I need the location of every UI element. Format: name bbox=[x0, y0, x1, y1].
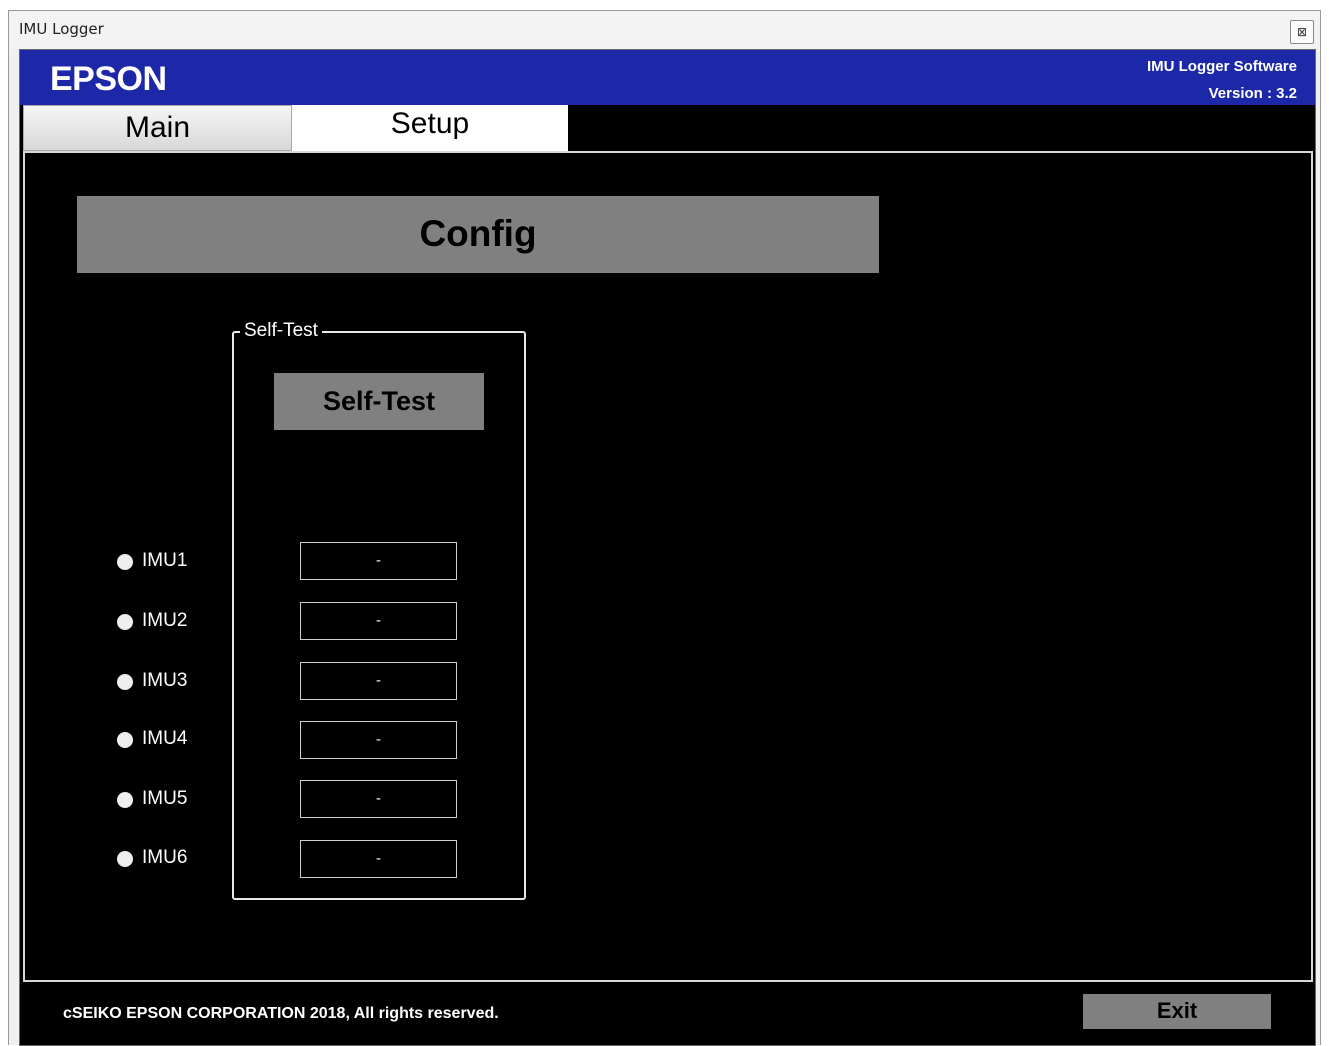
setup-panel: Config Self-Test Self-Test - - - - - - I… bbox=[23, 151, 1313, 982]
window-title: IMU Logger bbox=[19, 20, 104, 38]
tab-setup[interactable]: Setup bbox=[292, 105, 568, 151]
imu3-status-indicator bbox=[117, 674, 133, 690]
imu3-result-field: - bbox=[300, 662, 457, 700]
imu1-status-indicator bbox=[117, 554, 133, 570]
imu6-label: IMU6 bbox=[142, 847, 188, 868]
imu6-result-field: - bbox=[300, 840, 457, 878]
software-version: Version : 3.2 bbox=[1208, 85, 1297, 102]
self-test-button[interactable]: Self-Test bbox=[274, 373, 484, 430]
window-titlebar: IMU Logger ⊠ bbox=[9, 11, 1320, 49]
imu6-status-indicator bbox=[117, 851, 133, 867]
exit-button[interactable]: Exit bbox=[1083, 994, 1271, 1029]
imu4-result-field: - bbox=[300, 721, 457, 759]
imu1-label: IMU1 bbox=[142, 550, 188, 571]
imu2-status-indicator bbox=[117, 614, 133, 630]
imu3-label: IMU3 bbox=[142, 670, 188, 691]
imu5-label: IMU5 bbox=[142, 788, 188, 809]
app-window: IMU Logger ⊠ EPSON IMU Logger Software V… bbox=[8, 10, 1321, 1046]
self-test-group-label: Self-Test bbox=[240, 320, 322, 342]
imu2-label: IMU2 bbox=[142, 610, 188, 631]
imu5-result-field: - bbox=[300, 780, 457, 818]
imu4-status-indicator bbox=[117, 732, 133, 748]
copyright-text: cSEIKO EPSON CORPORATION 2018, All right… bbox=[63, 1005, 499, 1022]
imu5-status-indicator bbox=[117, 792, 133, 808]
close-window-button[interactable]: ⊠ bbox=[1290, 20, 1314, 44]
tab-main[interactable]: Main bbox=[23, 105, 292, 151]
app-header: EPSON IMU Logger Software Version : 3.2 bbox=[20, 50, 1315, 105]
imu1-result-field: - bbox=[300, 542, 457, 580]
app-footer: cSEIKO EPSON CORPORATION 2018, All right… bbox=[20, 982, 1315, 1045]
tab-bar: Main Setup bbox=[20, 105, 1315, 151]
software-name: IMU Logger Software bbox=[1146, 58, 1297, 75]
imu2-result-field: - bbox=[300, 602, 457, 640]
config-button[interactable]: Config bbox=[77, 196, 879, 273]
epson-logo: EPSON bbox=[50, 60, 167, 98]
close-icon: ⊠ bbox=[1296, 25, 1308, 39]
app-body: EPSON IMU Logger Software Version : 3.2 … bbox=[19, 49, 1316, 1046]
imu4-label: IMU4 bbox=[142, 728, 188, 749]
self-test-group: Self-Test Self-Test - - - - - - bbox=[232, 320, 526, 900]
